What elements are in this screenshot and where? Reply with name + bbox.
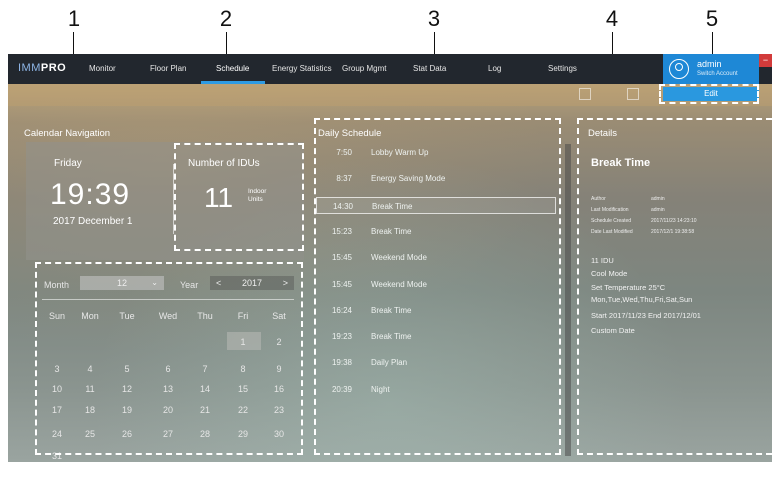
callout-2: 2 <box>219 6 233 31</box>
highlight-box-3 <box>314 118 561 455</box>
highlight-box-5 <box>659 84 759 104</box>
nav-stat-data[interactable]: Stat Data <box>413 64 446 73</box>
close-button[interactable]: − <box>759 54 772 67</box>
nav-energy-statistics[interactable]: Energy Statistics <box>272 64 332 73</box>
nav-group-mgmt[interactable]: Group Mgmt <box>342 64 386 73</box>
nav-log[interactable]: Log <box>488 64 501 73</box>
list-view-icon[interactable] <box>627 88 639 100</box>
app-logo: IMMPRO <box>18 62 67 74</box>
nav-settings[interactable]: Settings <box>548 64 577 73</box>
user-account-button[interactable]: admin Switch Account <box>663 54 759 84</box>
nav-monitor[interactable]: Monitor <box>89 64 116 73</box>
schedule-scrollbar[interactable] <box>565 144 571 456</box>
callout-5: 5 <box>705 6 719 31</box>
highlight-box-1 <box>35 262 303 455</box>
calendar-nav-title: Calendar Navigation <box>24 128 111 139</box>
callout-4: 4 <box>605 6 619 31</box>
user-name: admin <box>697 59 722 69</box>
highlight-box-2 <box>174 143 304 251</box>
top-nav-bar: IMMPRO Monitor Floor Plan Schedule Energ… <box>8 54 772 84</box>
callout-1: 1 <box>67 6 81 31</box>
grid-view-icon[interactable] <box>579 88 591 100</box>
nav-schedule[interactable]: Schedule <box>216 64 249 73</box>
callout-3: 3 <box>427 6 441 31</box>
toolbar: Edit <box>8 84 772 106</box>
current-time: 19:39 <box>50 178 131 211</box>
day-name: Friday <box>54 158 82 169</box>
current-date: 2017 December 1 <box>53 216 133 227</box>
switch-account-link[interactable]: Switch Account <box>697 71 738 77</box>
user-avatar-icon <box>669 59 689 79</box>
highlight-box-4 <box>577 118 772 455</box>
nav-floor-plan[interactable]: Floor Plan <box>150 64 186 73</box>
